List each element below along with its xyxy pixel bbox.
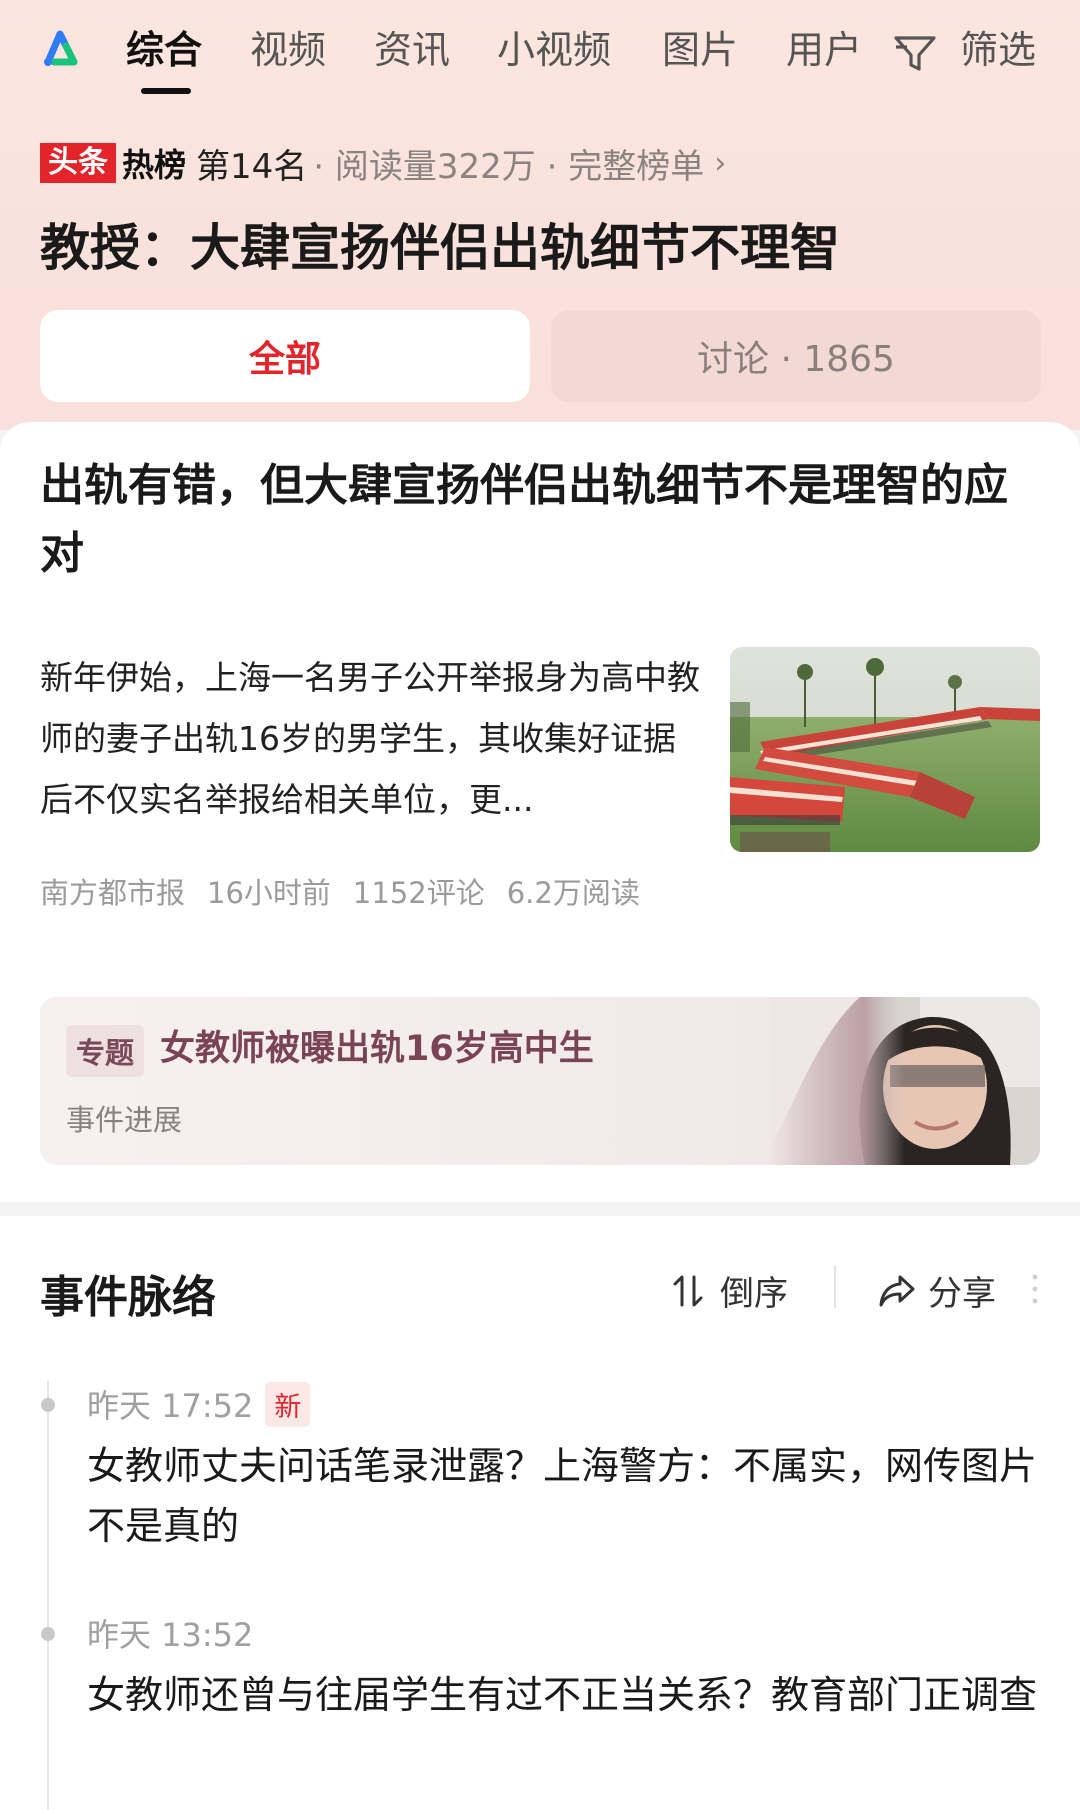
sort-label[interactable]: 倒序 — [720, 1266, 788, 1315]
segment-discussion[interactable]: 讨论 · 1865 — [551, 310, 1041, 402]
timeline-dot — [41, 1398, 55, 1412]
hot-list-logo: 头条 热榜 — [40, 142, 186, 184]
timeline-time-text: 昨天 17:52 — [87, 1387, 254, 1425]
tab-users[interactable]: 用户 — [786, 22, 862, 78]
timeline-time: 昨天 13:52 — [87, 1610, 253, 1656]
page-title: 教授：大肆宣扬伴侣出轨细节不理智 — [40, 219, 840, 277]
topic-tag: 专题 — [66, 1025, 145, 1077]
topic-subtitle: 事件进展 — [66, 1103, 183, 1137]
hot-list-logo-box: 头条 — [40, 143, 116, 183]
new-badge: 新 — [265, 1381, 311, 1427]
event-timeline-section: 事件脉络 倒序 分享 昨天 17:52 新 女教师丈夫问话笔录泄露？上海警方：不… — [0, 1216, 1080, 1810]
segment-all[interactable]: 全部 — [40, 310, 530, 402]
article-card[interactable]: 出轨有错，但大肆宣扬伴侣出轨细节不是理智的应对 新年伊始，上海一名男子公开举报身… — [0, 422, 1080, 1202]
app-logo-icon[interactable] — [40, 28, 82, 70]
article-summary[interactable]: 新年伊始，上海一名男子公开举报身为高中教师的妻子出轨16岁的男学生，其收集好证据… — [40, 647, 700, 830]
tab-short-video[interactable]: 小视频 — [497, 22, 611, 78]
timeline-time: 昨天 17:52 新 — [87, 1381, 311, 1427]
section-divider — [0, 1202, 1080, 1216]
tab-comprehensive[interactable]: 综合 — [126, 22, 202, 78]
article-source: 南方都市报 — [40, 876, 186, 910]
toolbar-separator — [834, 1266, 836, 1308]
topic-title[interactable]: 女教师被曝出轨16岁高中生 — [160, 1025, 594, 1073]
share-button[interactable]: 分享 — [878, 1266, 996, 1315]
article-thumbnail[interactable] — [730, 647, 1040, 852]
article-comments: 1152评论 — [352, 876, 485, 910]
chevron-right-icon[interactable]: › — [714, 146, 726, 181]
topic-banner[interactable]: 专题 女教师被曝出轨16岁高中生 事件进展 — [40, 997, 1040, 1165]
timeline-title: 事件脉络 — [40, 1272, 216, 1323]
timeline-text[interactable]: 女教师丈夫问话笔录泄露？上海警方：不属实，网传图片不是真的 — [87, 1436, 1037, 1556]
tab-video[interactable]: 视频 — [250, 22, 326, 78]
topic-photo — [770, 997, 1040, 1165]
hot-list-logo-word: 热榜 — [122, 146, 187, 184]
filter-button-label[interactable]: 筛选 — [960, 22, 1036, 78]
article-title[interactable]: 出轨有错，但大肆宣扬伴侣出轨细节不是理智的应对 — [40, 452, 1040, 588]
active-tab-indicator — [141, 88, 191, 94]
filter-icon[interactable] — [893, 33, 937, 73]
share-icon — [879, 1275, 915, 1306]
rank-meta[interactable]: · 阅读量322万 · 完整榜单 — [313, 139, 704, 188]
timeline-dot — [41, 1627, 55, 1641]
share-label[interactable]: 分享 — [928, 1266, 996, 1315]
sort-icon — [673, 1275, 703, 1306]
timeline-line — [47, 1381, 49, 1810]
rank-position: 第14名 — [196, 146, 308, 187]
article-reads: 6.2万阅读 — [506, 876, 640, 910]
tab-news[interactable]: 资讯 — [374, 22, 450, 78]
timeline-text[interactable]: 女教师还曾与往届学生有过不正当关系？教育部门正调查 — [87, 1665, 1037, 1725]
timeline-time-text: 昨天 13:52 — [87, 1616, 254, 1654]
top-navigation: 综合 视频 资讯 小视频 图片 用户 筛选 — [0, 0, 1080, 105]
article-time: 16小时前 — [207, 876, 331, 910]
sort-button[interactable]: 倒序 — [672, 1266, 788, 1315]
tab-images[interactable]: 图片 — [662, 22, 738, 78]
article-meta: 南方都市报 16小时前 1152评论 6.2万阅读 — [40, 870, 640, 912]
more-vertical-icon[interactable] — [1032, 1274, 1038, 1304]
hot-rank-row[interactable]: 头条 热榜 第14名 · 阅读量322万 · 完整榜单 › — [40, 139, 726, 188]
